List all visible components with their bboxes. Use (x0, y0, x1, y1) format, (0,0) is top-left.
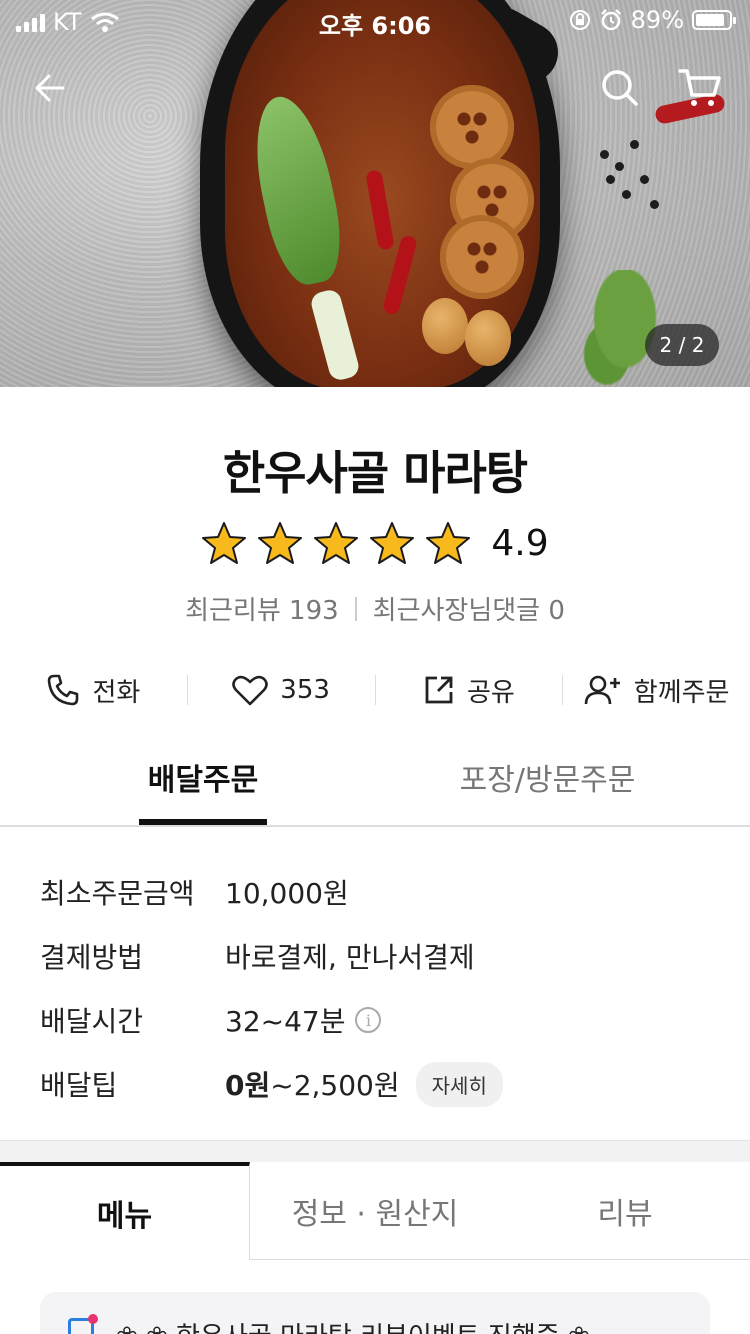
peppercorn (622, 190, 631, 199)
order-type-tabs: 배달주문 포장/방문주문 (0, 755, 750, 827)
peppercorn (630, 140, 639, 149)
search-icon (602, 70, 638, 106)
info-icon[interactable]: i (355, 1007, 382, 1033)
cart-button[interactable] (676, 64, 724, 112)
share-button[interactable]: 공유 (376, 672, 563, 709)
tab-delivery[interactable]: 배달주문 (139, 755, 267, 825)
store-actions: 전화 353 공유 함께주문 (0, 665, 750, 715)
peppercorn (600, 150, 609, 159)
like-count: 353 (280, 675, 330, 705)
group-order-button[interactable]: 함께주문 (563, 672, 750, 709)
lotus-root-image (430, 85, 514, 169)
store-name: 한우사골 마라탕 (222, 446, 528, 500)
pager-text: 2 / 2 (659, 333, 705, 357)
tab-pickup[interactable]: 포장/방문주문 (440, 755, 655, 825)
tab-menu[interactable]: 메뉴 (0, 1162, 250, 1260)
orientation-lock-icon (569, 10, 590, 30)
delivery-info: 최소주문금액 10,000원 결제방법 바로결제, 만나서결제 배달시간 32~… (40, 860, 720, 1116)
peppercorn (650, 200, 659, 209)
peppercorn (640, 175, 649, 184)
peppercorn (606, 175, 615, 184)
star-icon (202, 522, 247, 564)
review-summary: 최근리뷰 193 최근사장님댓글 0 (0, 590, 750, 627)
info-row-delivery-time: 배달시간 32~47분 i (40, 988, 720, 1052)
min-order-label: 최소주문금액 (40, 877, 195, 910)
delivery-tip-label: 배달팁 (40, 1069, 118, 1102)
delivery-tip-min: 0원 (225, 1069, 271, 1102)
star-icon (370, 522, 415, 564)
star-icon (314, 522, 359, 564)
call-label: 전화 (92, 677, 141, 708)
min-order-value: 10,000원 (225, 877, 349, 910)
hero-image[interactable]: 2 / 2 (0, 0, 750, 387)
call-button[interactable]: 전화 (0, 672, 187, 709)
image-pager: 2 / 2 (645, 324, 719, 366)
cart-icon (678, 69, 721, 106)
tab-info-origin[interactable]: 정보 · 원산지 (250, 1162, 500, 1260)
quail-egg-image (465, 310, 511, 366)
alarm-icon (600, 9, 621, 31)
heart-icon (232, 675, 269, 706)
star-rating (201, 520, 471, 566)
arrow-left-icon (35, 74, 65, 102)
add-user-icon (584, 675, 620, 705)
like-button[interactable]: 353 (188, 674, 375, 706)
notice-banner[interactable]: ❀ ❀ 한우사골 마라탕 리뷰이벤트 진행중 ❀ (40, 1292, 710, 1334)
info-row-min-order: 최소주문금액 10,000원 (40, 860, 720, 924)
battery-icon (692, 10, 736, 30)
rating-value: 4.9 (491, 522, 549, 564)
status-bar: KT 오후 6:06 89% (0, 0, 750, 40)
content-tabs: 메뉴 정보 · 원산지 리뷰 (0, 1162, 750, 1260)
notice-icon (68, 1314, 98, 1334)
rating: 4.9 (0, 520, 750, 566)
tip-detail-button[interactable]: 자세히 (415, 1061, 503, 1107)
info-row-delivery-tip: 배달팁 0원~2,500원 자세히 (40, 1052, 720, 1116)
section-divider (0, 1140, 750, 1162)
quail-egg-image (422, 298, 468, 354)
star-icon (258, 522, 303, 564)
peppercorn (615, 162, 624, 171)
back-button[interactable] (26, 64, 74, 112)
recent-reviews-link[interactable]: 최근리뷰 193 (185, 590, 339, 627)
battery-level (696, 14, 725, 26)
notice-text: ❀ ❀ 한우사골 마라탕 리뷰이벤트 진행중 ❀ (116, 1316, 590, 1334)
delivery-tip-range: ~2,500원 (270, 1069, 400, 1102)
share-label: 공유 (466, 677, 515, 708)
phone-icon (48, 674, 79, 706)
delivery-time-value: 32~47분 (225, 1005, 346, 1038)
payment-label: 결제방법 (40, 941, 144, 974)
info-row-payment: 결제방법 바로결제, 만나서결제 (40, 924, 720, 988)
lotus-root-image (440, 215, 524, 299)
battery-percent: 89% (630, 6, 684, 34)
owner-comments-link[interactable]: 최근사장님댓글 0 (373, 590, 565, 627)
group-order-label: 함께주문 (633, 677, 730, 708)
payment-value: 바로결제, 만나서결제 (225, 941, 475, 974)
divider (354, 596, 357, 621)
share-icon (425, 676, 453, 704)
delivery-time-label: 배달시간 (40, 1005, 144, 1038)
search-button[interactable] (596, 64, 644, 112)
tab-reviews[interactable]: 리뷰 (500, 1162, 750, 1260)
star-icon (426, 522, 471, 564)
